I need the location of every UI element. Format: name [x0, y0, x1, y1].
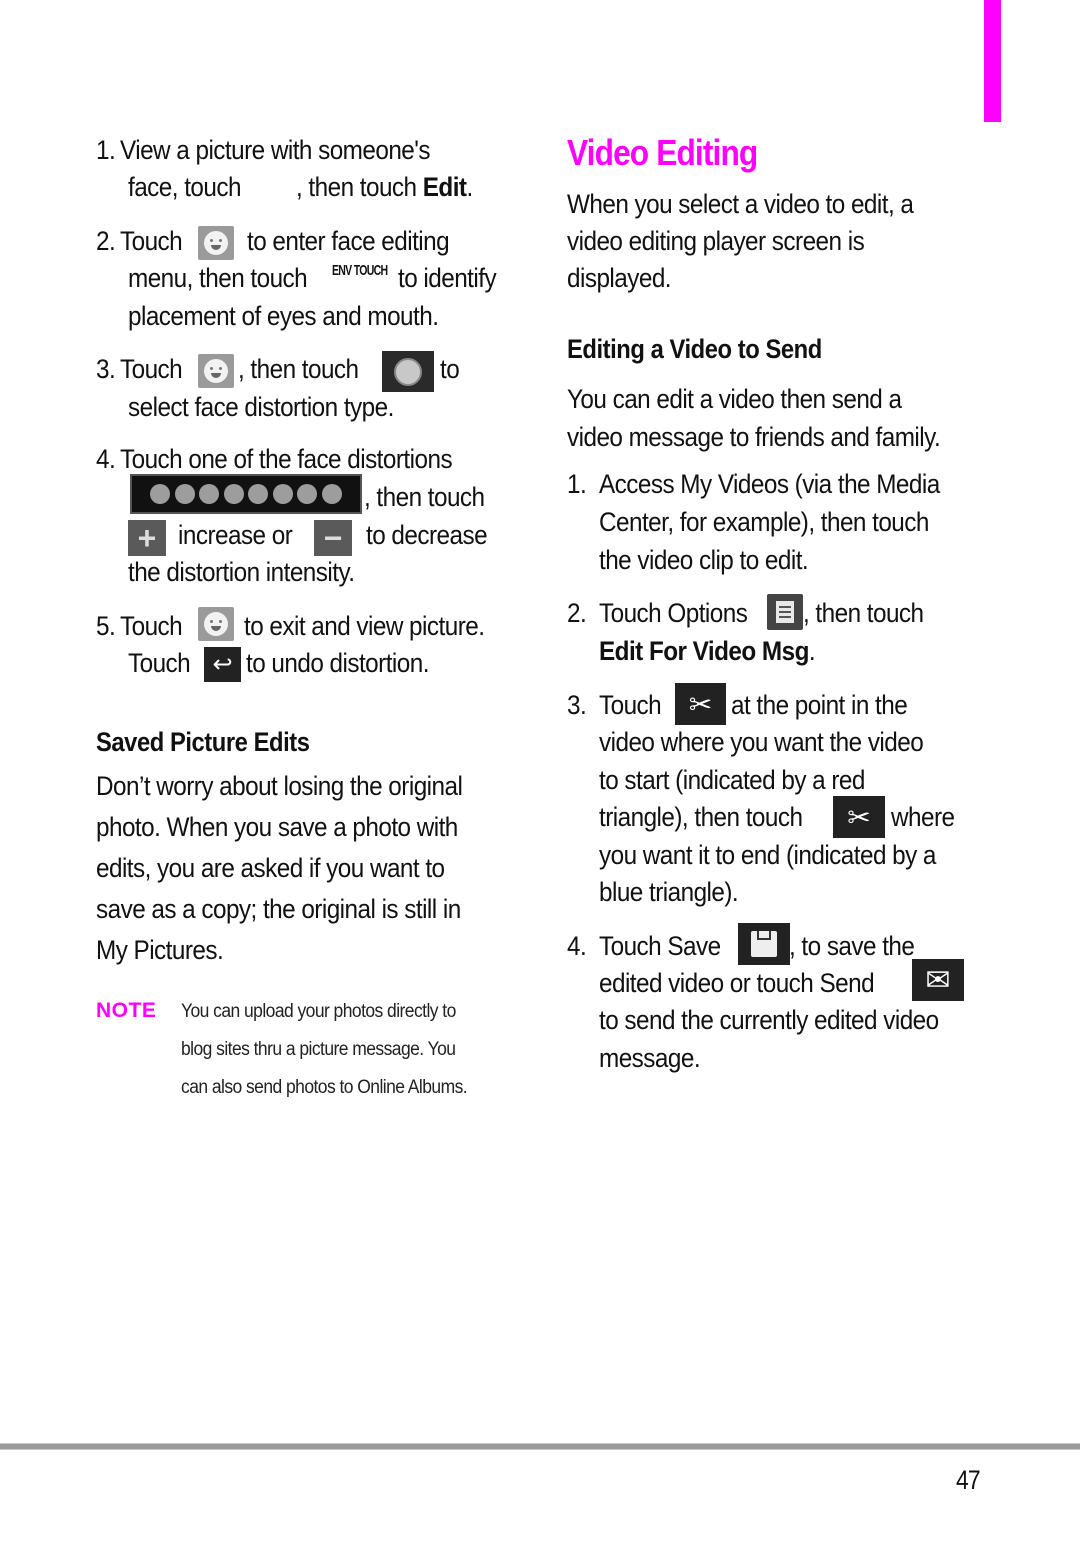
body-text: displayed. [567, 263, 672, 293]
scissors-cut-end-icon: ✂ [833, 796, 885, 838]
body-text: video editing player screen is [567, 226, 865, 256]
body-text: Don’t worry about losing the original [96, 771, 463, 801]
distortion-face-icon [223, 484, 244, 504]
step-number: 3. [96, 354, 116, 384]
step-text: Access My Videos (via the Media [599, 469, 940, 499]
step-text: Touch [599, 690, 662, 720]
step-number: 4. [567, 931, 587, 961]
step-text: to send the currently edited video [599, 1005, 939, 1035]
step-text: to [440, 354, 460, 384]
distortion-face-icon [321, 484, 342, 504]
edit-for-video-msg-label: Edit For Video Msg [599, 636, 809, 666]
distortion-face-icon [248, 484, 269, 504]
step-number: 1. [96, 135, 116, 165]
distortion-face-icon [297, 484, 318, 504]
footer-divider [0, 1443, 1080, 1450]
step-text: Touch [128, 648, 191, 678]
note-text: blog sites thru a picture message. You [181, 1039, 456, 1060]
send-envelope-icon: ✉ [912, 959, 964, 1001]
page-number: 47 [956, 1465, 981, 1495]
distortion-face-icon [199, 484, 220, 504]
step-number: 4. [96, 444, 116, 474]
step-text: , to save the [789, 931, 915, 961]
increase-plus-icon: + [128, 520, 166, 556]
step-text: placement of eyes and mouth. [128, 301, 439, 331]
distortion-face-icon [272, 484, 293, 504]
body-text: My Pictures. [96, 935, 224, 965]
step-text: to undo distortion. [246, 648, 429, 678]
step-text: where [891, 802, 955, 832]
step-text: the distortion intensity. [128, 557, 355, 587]
step-text: to start (indicated by a red [599, 765, 865, 795]
step-text: to exit and view picture. [244, 611, 485, 641]
body-text: photo. When you save a photo with [96, 812, 458, 842]
manual-page: 1. View a picture with someone's face, t… [0, 0, 1080, 1552]
options-menu-icon [767, 594, 803, 630]
note-text: can also send photos to Online Albums. [181, 1077, 468, 1098]
face-distortions-strip [130, 474, 362, 514]
step-text: Touch Save [599, 931, 721, 961]
step-text: the video clip to edit. [599, 545, 809, 575]
section-heading: Editing a Video to Send [567, 334, 822, 364]
note-label: NOTE [96, 999, 157, 1022]
step-text: , then touch Edit. [296, 172, 473, 202]
undo-icon: ↩ [204, 647, 241, 682]
step-text: to enter face editing [247, 226, 450, 256]
step-text: Touch Options [599, 598, 748, 628]
step-number: 3. [567, 690, 587, 720]
section-heading: Saved Picture Edits [96, 727, 310, 757]
step-text: Edit For Video Msg. [599, 636, 816, 666]
step-text: face, touch [128, 172, 241, 202]
section-tab-marker [984, 0, 1001, 122]
step-text: video where you want the video [599, 727, 924, 757]
step-text: Center, for example), then touch [599, 507, 929, 537]
step-text: message. [599, 1043, 701, 1073]
env-touch-icon: ENV TOUCH [332, 262, 388, 279]
step-text: increase or [178, 520, 293, 550]
step-text: Touch [120, 226, 183, 256]
step-text: to decrease [366, 520, 488, 550]
step-text: Touch [120, 611, 183, 641]
step-number: 2. [567, 598, 587, 628]
body-text: save as a copy; the original is still in [96, 894, 461, 924]
body-text: You can edit a video then send a [567, 384, 902, 414]
face-edit-icon [198, 226, 234, 260]
step-text: Touch one of the face distortions [120, 444, 453, 474]
step-text: select face distortion type. [128, 392, 394, 422]
step-text: , then touch [238, 354, 359, 384]
distortion-face-icon [150, 484, 171, 504]
step-number: 5. [96, 611, 116, 641]
step-text: edited video or touch Send [599, 968, 875, 998]
distortion-face-icon [174, 484, 195, 504]
step-text: Touch [120, 354, 183, 384]
step-text: , then touch [803, 598, 924, 628]
note-text: You can upload your photos directly to [181, 1001, 456, 1022]
face-distortion-select-icon [382, 351, 434, 392]
step-text: , then touch [364, 482, 485, 512]
body-text: video message to friends and family. [567, 422, 941, 452]
step-number: 1. [567, 469, 587, 499]
step-text: triangle), then touch [599, 802, 803, 832]
scissors-cut-start-icon: ✂ [675, 683, 726, 725]
step-text: menu, then touch [128, 263, 308, 293]
step-text: to identify [398, 263, 497, 293]
body-text: edits, you are asked if you want to [96, 853, 445, 883]
step-text: you want it to end (indicated by a [599, 840, 936, 870]
edit-label: Edit [422, 172, 467, 202]
step-text: at the point in the [731, 690, 908, 720]
page-title: Video Editing [567, 132, 758, 173]
save-floppy-icon [738, 923, 790, 965]
face-edit-icon [198, 354, 234, 388]
step-number: 2. [96, 226, 116, 256]
step-text: View a picture with someone's [120, 135, 431, 165]
decrease-minus-icon: − [314, 520, 352, 556]
body-text: When you select a video to edit, a [567, 189, 914, 219]
step-text: blue triangle). [599, 877, 739, 907]
face-exit-icon [198, 607, 234, 641]
